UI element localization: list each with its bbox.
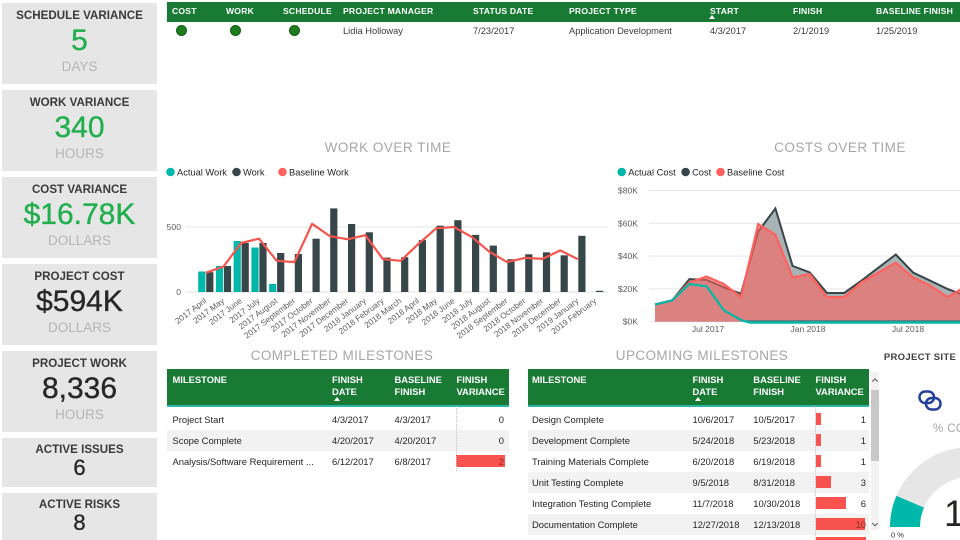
- svg-text:$80K: $80K: [618, 186, 638, 196]
- svg-text:$0K: $0K: [623, 317, 639, 327]
- svg-text:$20K: $20K: [618, 284, 638, 294]
- svg-text:$60K: $60K: [618, 218, 638, 228]
- svg-text:COSTS OVER TIME: COSTS OVER TIME: [774, 140, 906, 155]
- svg-text:Jan 2018: Jan 2018: [791, 324, 826, 334]
- svg-text:Baseline Cost: Baseline Cost: [727, 167, 785, 177]
- svg-text:Jul 2018: Jul 2018: [892, 324, 924, 334]
- svg-text:17: 17: [944, 493, 960, 534]
- svg-text:0 %: 0 %: [891, 531, 904, 540]
- svg-text:$40K: $40K: [618, 251, 638, 261]
- svg-text:Actual Cost: Actual Cost: [628, 167, 676, 177]
- svg-text:Cost: Cost: [692, 167, 712, 177]
- svg-text:Jul 2017: Jul 2017: [692, 324, 724, 334]
